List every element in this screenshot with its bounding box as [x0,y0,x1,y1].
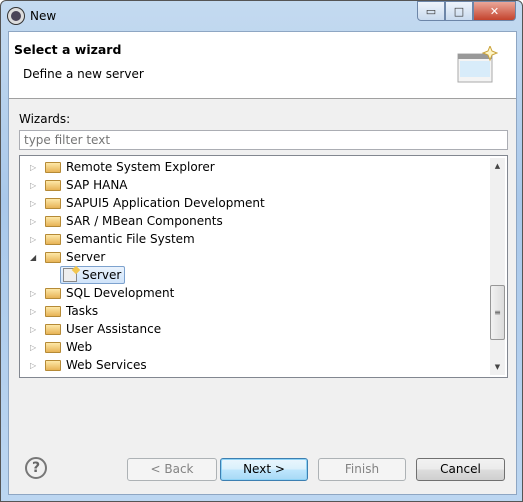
tree-item[interactable]: ▷ SAPUI5 Application Development [20,194,265,212]
close-button[interactable]: ✕ [473,1,516,21]
scrollbar-thumb[interactable]: ≡ [490,285,505,340]
expand-icon[interactable]: ▷ [30,325,40,334]
tree-item-label: User Assistance [66,322,162,336]
folder-icon [45,179,61,191]
tree-item[interactable]: ◢ Server [20,248,105,266]
folder-icon [45,287,61,299]
filter-input[interactable] [19,130,508,150]
finish-button[interactable]: Finish [318,458,406,481]
tree-item[interactable]: ▷ SAP HANA [20,176,128,194]
expand-icon[interactable]: ▷ [30,343,40,352]
page-description: Define a new server [23,67,144,81]
expand-icon[interactable]: ▷ [30,361,40,370]
tree-item-label: SQL Development [66,286,175,300]
folder-icon [45,161,61,173]
expand-icon[interactable]: ▷ [30,307,40,316]
folder-icon [45,341,61,353]
page-title: Select a wizard [14,42,122,57]
folder-open-icon [45,251,61,263]
folder-icon [45,305,61,317]
folder-icon [45,197,61,209]
minimize-button[interactable]: ▭ [417,1,445,21]
tree-item-label: Web Services [66,358,147,372]
tree-item[interactable]: ▷ User Assistance [20,320,161,338]
title-bar[interactable]: New ▭ □ ✕ [1,1,522,31]
folder-icon [45,233,61,245]
expand-icon[interactable]: ▷ [30,181,40,190]
expand-icon[interactable]: ▷ [30,163,40,172]
tree-item-label: Web [66,340,93,354]
tree-item[interactable]: ▷ SQL Development [20,284,174,302]
tree-item-selected[interactable]: Server [60,266,126,284]
back-button[interactable]: < Back [127,458,217,481]
folder-icon [45,215,61,227]
tree-item[interactable]: ▷ Semantic File System [20,230,195,248]
tree-item-label: Remote System Explorer [66,160,215,174]
server-wizard-icon [63,268,77,282]
tree-item-label: Tasks [66,304,99,318]
vertical-scrollbar[interactable]: ▲ ≡ ▼ [490,158,505,375]
next-button[interactable]: Next > [220,458,308,481]
expand-icon[interactable]: ▷ [30,199,40,208]
wizards-label: Wizards: [19,112,71,126]
scroll-up-arrow-icon[interactable]: ▲ [490,158,505,174]
tree-item-label: Semantic File System [66,232,195,246]
tree-item[interactable]: ▷ Tasks [20,302,98,320]
tree-item-label: SAPUI5 Application Development [66,196,265,210]
folder-icon [45,323,61,335]
tree-item-label: SAP HANA [66,178,128,192]
wizard-header: Select a wizard Define a new server [9,32,516,99]
scroll-down-arrow-icon[interactable]: ▼ [490,359,505,375]
maximize-button[interactable]: □ [445,1,473,21]
help-icon[interactable]: ? [25,457,47,479]
cancel-button[interactable]: Cancel [416,458,505,481]
tree-item[interactable]: ▷ Web Services [20,356,147,374]
eclipse-icon [8,8,24,24]
tree-item-label: SAR / MBean Components [66,214,223,228]
new-wizard-banner-icon [457,46,498,83]
wizard-tree: ▷ Remote System Explorer ▷ SAP HANA ▷ SAPUI… [19,155,508,378]
folder-icon [45,359,61,371]
tree-item[interactable]: ▷ Web [20,338,92,356]
tree-item[interactable]: ▷ SAR / MBean Components [20,212,223,230]
expand-icon[interactable]: ▷ [30,217,40,226]
tree-item-label: Server [82,268,122,282]
tree-item[interactable]: ▷ Remote System Explorer [20,158,215,176]
expand-icon[interactable]: ▷ [30,235,40,244]
tree-item-label: Server [66,250,106,264]
collapse-icon[interactable]: ◢ [30,253,40,262]
window-title: New [30,9,57,23]
new-wizard-dialog: New ▭ □ ✕ Select a wizard Define a new s… [0,0,523,502]
expand-icon[interactable]: ▷ [30,289,40,298]
